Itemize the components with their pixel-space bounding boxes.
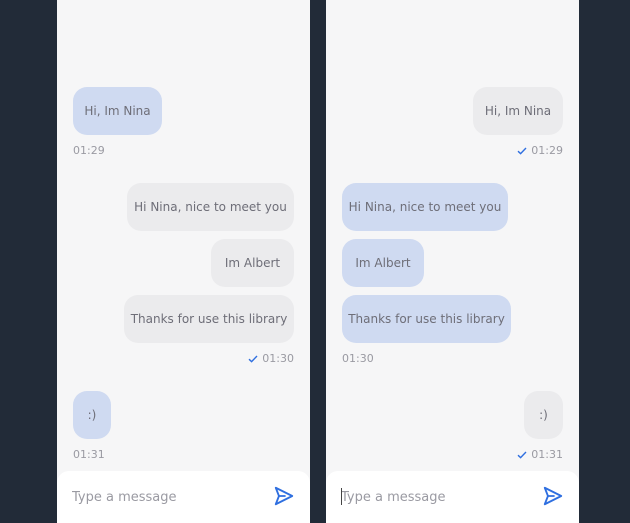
- check-icon: [248, 355, 258, 363]
- check-icon: [517, 147, 527, 155]
- message-time: 01:29: [517, 144, 563, 157]
- message-text: Thanks for use this library: [348, 312, 505, 326]
- message-text: Hi Nina, nice to meet you: [348, 200, 502, 214]
- message-bubble: Thanks for use this library: [342, 295, 511, 343]
- message-time: 01:31: [517, 448, 563, 461]
- message-time: 01:29: [73, 144, 105, 157]
- message-text: Thanks for use this library: [130, 312, 288, 326]
- send-icon: [543, 486, 563, 506]
- message-bubble: Im Albert: [211, 239, 294, 287]
- message-bubble: :): [524, 391, 563, 439]
- send-icon: [274, 486, 294, 506]
- send-button[interactable]: [542, 485, 564, 507]
- time-text: 01:30: [262, 352, 294, 365]
- message-bubble: Hi, Im Nina: [473, 87, 563, 135]
- time-text: 01:31: [73, 448, 105, 461]
- message-bubble: Hi Nina, nice to meet you: [127, 183, 294, 231]
- message-bubble: Hi, Im Nina: [73, 87, 162, 135]
- message-bubble: Thanks for use this library: [124, 295, 294, 343]
- message-text: :): [87, 408, 97, 422]
- message-text: Hi, Im Nina: [84, 104, 151, 118]
- message-bubble: Im Albert: [342, 239, 424, 287]
- message-time: 01:30: [342, 352, 374, 365]
- message-composer: [326, 471, 579, 523]
- message-text: Im Albert: [355, 256, 411, 270]
- message-composer: [57, 471, 310, 523]
- message-input[interactable]: [341, 486, 526, 508]
- message-text: Im Albert: [224, 256, 281, 270]
- time-text: 01:31: [531, 448, 563, 461]
- chat-panel-left: Hi, Im Nina 01:29 Hi Nina, nice to meet …: [57, 0, 310, 523]
- send-button[interactable]: [273, 485, 295, 507]
- message-bubble: :): [73, 391, 111, 439]
- message-input[interactable]: [72, 486, 257, 508]
- message-text: :): [539, 408, 548, 422]
- message-time: 01:31: [73, 448, 105, 461]
- check-icon: [517, 451, 527, 459]
- time-text: 01:29: [531, 144, 563, 157]
- time-text: 01:30: [342, 352, 374, 365]
- message-bubble: Hi Nina, nice to meet you: [342, 183, 508, 231]
- message-text: Hi Nina, nice to meet you: [134, 200, 287, 214]
- message-time: 01:30: [248, 352, 294, 365]
- chat-panel-right: Hi, Im Nina 01:29 Hi Nina, nice to meet …: [326, 0, 579, 523]
- text-caret: [341, 488, 342, 505]
- time-text: 01:29: [73, 144, 105, 157]
- message-text: Hi, Im Nina: [484, 104, 552, 118]
